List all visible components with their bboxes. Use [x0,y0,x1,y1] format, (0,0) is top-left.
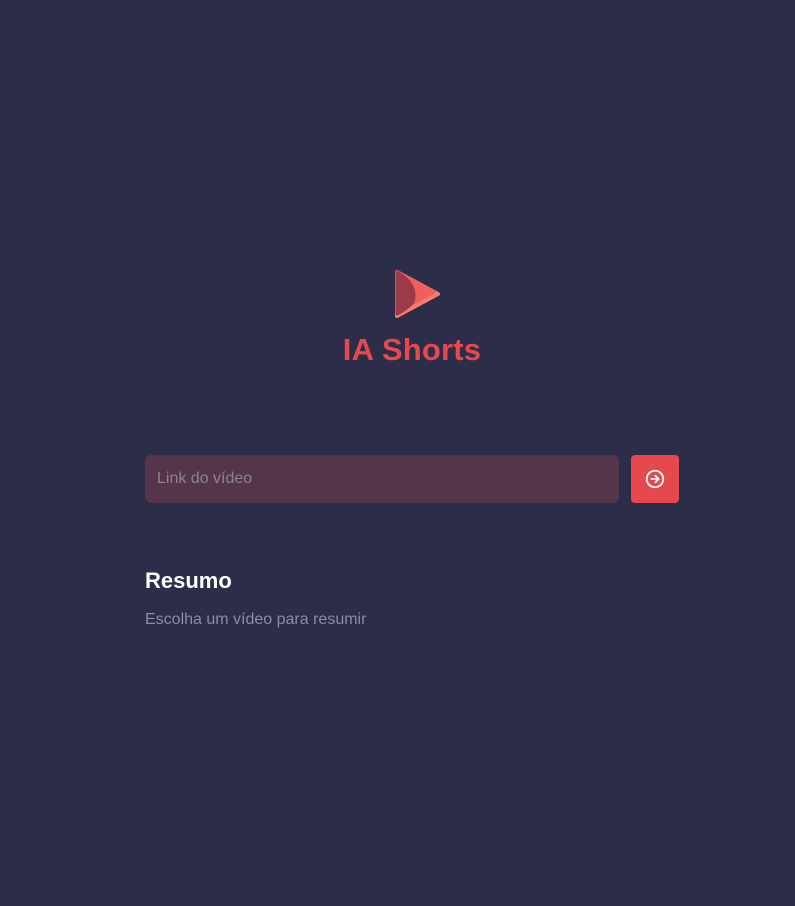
play-logo-icon [395,270,440,318]
submit-button[interactable] [631,455,679,503]
video-link-form [145,455,679,503]
app-title: IA Shorts [342,332,482,367]
arrow-circle-right-icon [645,469,665,489]
summary-placeholder-text: Escolha um vídeo para resumir [145,611,367,628]
summary-title: Resumo [145,568,232,593]
video-link-input[interactable] [145,455,619,503]
